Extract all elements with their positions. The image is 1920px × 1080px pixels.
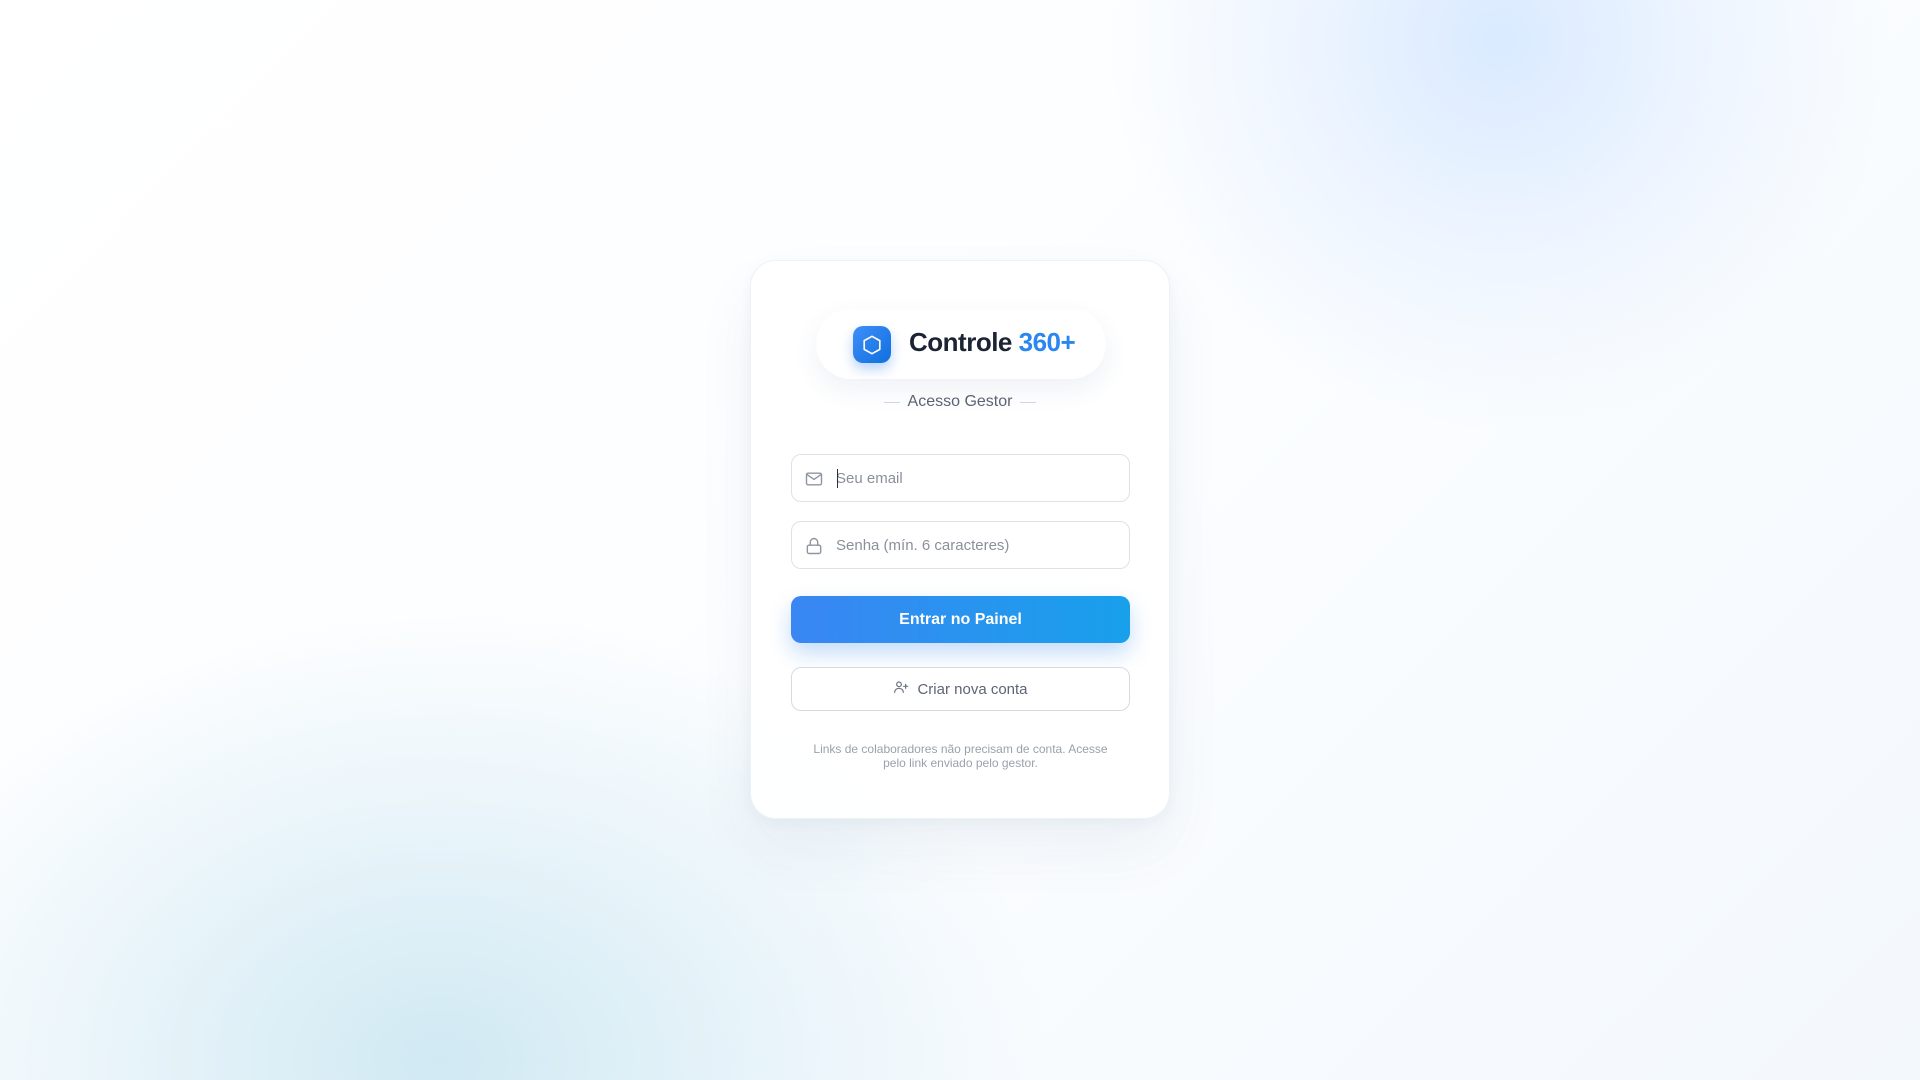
email-field[interactable] <box>791 454 1130 502</box>
page-subtitle: Acesso Gestor <box>907 393 1013 410</box>
subtitle-row: Acesso Gestor <box>751 393 1169 411</box>
hexagon-icon <box>853 326 891 363</box>
collaborator-note: Links de colaboradores não precisam de c… <box>813 742 1108 770</box>
app-title-accent: 360+ <box>1018 327 1076 357</box>
app-title: Controle 360+ <box>909 327 1076 358</box>
create-account-button[interactable]: Criar nova conta <box>791 667 1130 711</box>
mail-icon <box>804 469 824 489</box>
brand-header: Controle 360+ <box>816 309 1106 379</box>
password-input[interactable] <box>836 523 1119 567</box>
create-account-label: Criar nova conta <box>917 680 1028 698</box>
email-input[interactable] <box>836 456 1119 500</box>
user-plus-icon <box>893 679 909 699</box>
divider-right <box>1020 401 1037 403</box>
login-card: Controle 360+ Acesso Gestor Entrar no Pa… <box>750 260 1170 819</box>
divider-left <box>883 401 900 403</box>
app-title-name: Controle <box>909 327 1012 357</box>
text-caret <box>837 469 838 488</box>
login-button[interactable]: Entrar no Painel <box>791 596 1130 643</box>
password-field[interactable] <box>791 521 1130 569</box>
lock-icon <box>804 536 824 556</box>
